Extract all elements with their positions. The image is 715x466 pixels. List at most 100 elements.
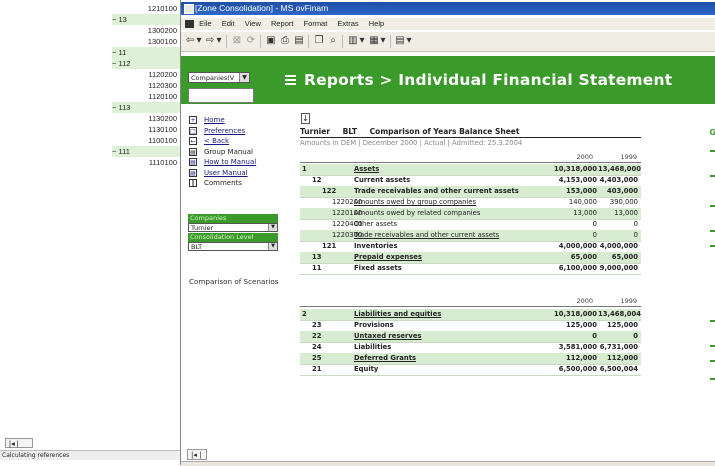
dropdown-icon[interactable]: ▾ [359,35,365,47]
right-edge-link[interactable]: G [709,128,715,137]
download-icon[interactable]: ↓ [301,113,310,124]
export-icon[interactable]: ▤ [394,35,406,47]
row-code[interactable]: 24 [312,342,321,353]
nav-item-comments[interactable]: ‖ Comments [188,178,288,188]
table-row[interactable]: 25 Deferred Grants 112,000 112,000 [300,353,641,365]
tree-leaf-node[interactable]: 1210100 [126,3,180,14]
row-label[interactable]: Liabilities and equities [354,309,441,320]
row-code[interactable]: 11 [312,263,321,274]
back-arrow-icon[interactable]: ⇦ [184,35,196,47]
menu-edit[interactable]: Edit [222,19,235,28]
nav-item-back[interactable]: ← < Back [188,136,288,146]
dropdown-icon[interactable]: ▾ [196,35,202,47]
chevron-down-icon[interactable]: ▼ [239,73,249,82]
row-code[interactable]: 122 [322,186,336,197]
window-titlebar[interactable]: [Zone Consolidation] - MS ovFinam [181,2,715,15]
row-code[interactable]: 21 [312,364,321,375]
tree-leaf-node[interactable]: 1110100 [126,157,180,168]
nav-item-how-to-manual[interactable]: ▤ How to Manual [188,157,288,167]
companies-select[interactable]: Turnier ▼ [188,223,278,232]
table-row[interactable]: 1 Assets 10,318,000 13,468,000 [300,164,641,176]
table-row[interactable]: 13 Prepaid expenses 65,000 65,000 [300,252,641,264]
table-row[interactable]: 22 Untaxed reserves 0 0 [300,331,641,343]
tree-group-node[interactable]: − 111 [112,146,180,157]
companies-select-value: Turnier [191,224,214,232]
table-row[interactable]: 21 Equity 6,500,000 6,500,004 [300,364,641,376]
horizontal-scrollbar[interactable]: |◂ | [187,449,207,460]
copy-icon[interactable]: ❐ [313,35,325,47]
company-select[interactable]: Companies(V ▼ [188,72,250,83]
row-label[interactable]: Trade receivables and other current asse… [354,230,499,241]
menu-help[interactable]: Help [369,19,384,28]
row-label[interactable]: Deferred Grants [354,353,416,364]
table-row[interactable]: 12 Current assets 4,153,000 4,403,000 [300,175,641,187]
dropdown-icon[interactable]: ▾ [406,35,412,47]
chevron-down-icon[interactable]: ▼ [268,243,277,250]
nav-item-preferences[interactable]: □ Preferences [188,126,288,136]
print-icon[interactable]: ⎙ [279,35,291,47]
nav-item-home[interactable]: + Home [188,115,288,125]
layout-icon[interactable]: ▥ [347,35,359,47]
table-row[interactable]: 23 Provisions 125,000 125,000 [300,320,641,332]
find-icon[interactable]: ⌕ [327,35,339,47]
row-label[interactable]: Amounts owed by group companies [354,197,476,208]
row-code[interactable]: 22 [312,331,321,342]
tree-leaf-node[interactable]: 1120100 [126,91,180,102]
tree-group-node[interactable]: − 13 [112,14,180,25]
chevron-down-icon[interactable]: ▼ [268,224,277,231]
tree-leaf-node[interactable]: 1300200 [126,25,180,36]
table-row[interactable]: 122 Trade receivables and other current a… [300,186,641,198]
forward-arrow-icon[interactable]: ⇨ [204,35,216,47]
comparison-of-scenarios-link[interactable]: Comparison of Scenarios [189,277,279,286]
row-label[interactable]: Untaxed reserves [354,331,421,342]
row-code[interactable]: 13 [312,252,321,263]
table-row[interactable]: 2 Liabilities and equities 10,318,000 13,46… [300,309,641,321]
main-window: [Zone Consolidation] - MS ovFinam Eile E… [180,0,715,466]
table-row[interactable]: 1220300 Trade receivables and other curre… [300,230,641,242]
menu-view[interactable]: View [245,19,261,28]
tree-leaf-node[interactable]: 1300100 [126,36,180,47]
tree-group-node[interactable]: − 11 [112,47,180,58]
row-code[interactable]: 12 [312,175,321,186]
bg-horizontal-scrollbar[interactable]: |◂ | [5,438,33,448]
row-code[interactable]: 1 [302,164,307,175]
tree-group-node[interactable]: − 113 [112,102,180,113]
edge-marker [710,345,715,347]
nav-item-user-manual[interactable]: ▤ User Manual [188,168,288,178]
dropdown-icon[interactable]: ▾ [380,35,386,47]
menu-extras[interactable]: Extras [337,19,358,28]
row-code[interactable]: 25 [312,353,321,364]
tree-leaf-node[interactable]: 1130100 [126,124,180,135]
menu-icon [285,75,296,87]
nav-item-group-manual[interactable]: ▤ Group Manual [188,147,288,157]
company-input[interactable] [188,88,254,103]
table-row[interactable]: 11 Fixed assets 6,100,000 9,000,000 [300,263,641,275]
tree-leaf-node[interactable]: 1120200 [126,69,180,80]
row-label: Trade receivables and other current asse… [354,187,519,195]
preview-icon[interactable]: ▤ [293,35,305,47]
tree-leaf-node[interactable]: 1130200 [126,113,180,124]
row-code[interactable]: 121 [322,241,336,252]
row-code[interactable]: 23 [312,320,321,331]
table-row[interactable]: 24 Liabilities 3,581,000 6,731,000 [300,342,641,354]
menu-file[interactable]: Eile [199,19,212,28]
dropdown-icon[interactable]: ▾ [216,35,222,47]
stop-icon[interactable]: ⊠ [231,35,243,47]
row-value-1999: 403,000 [607,187,638,195]
save-icon[interactable]: ▣ [265,35,277,47]
row-label[interactable]: Prepaid expenses [354,252,422,263]
table-row[interactable]: 1220100 Amounts owed by related companies… [300,208,641,220]
tree-leaf-node[interactable]: 1100100 [126,135,180,146]
row-label[interactable]: Assets [354,164,379,175]
level-select[interactable]: BLT ▼ [188,242,278,251]
menu-format[interactable]: Format [304,19,328,28]
tree-group-node[interactable]: − 112 [112,58,180,69]
refresh-icon[interactable]: ⟳ [245,35,257,47]
row-code[interactable]: 2 [302,309,307,320]
table-row[interactable]: 1220200 Amounts owed by group companies 14… [300,197,641,209]
table-row[interactable]: 121 Inventories 4,000,000 4,000,000 [300,241,641,253]
tree-leaf-node[interactable]: 1120300 [126,80,180,91]
table-row[interactable]: 1220400 Other assets 0 0 [300,219,641,231]
menu-report[interactable]: Report [271,19,294,28]
chart-icon[interactable]: ▦ [368,35,380,47]
